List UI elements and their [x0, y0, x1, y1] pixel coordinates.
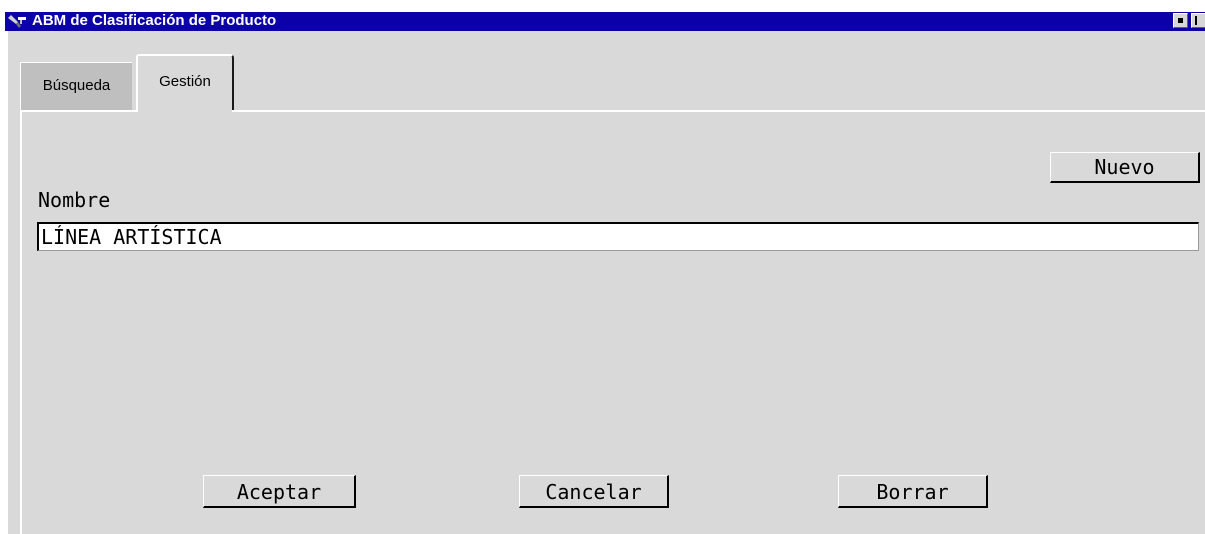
nombre-input[interactable] [37, 222, 1199, 251]
title-bar[interactable]: ABM de Clasificación de Producto [5, 12, 1205, 31]
close-icon[interactable] [1191, 13, 1205, 28]
aceptar-button[interactable]: Aceptar [203, 475, 356, 508]
tab-busqueda[interactable]: Búsqueda [20, 62, 132, 110]
tools-icon[interactable] [7, 14, 27, 29]
active-tab-join [138, 108, 232, 113]
panel-border-left [20, 110, 22, 534]
nuevo-button[interactable]: Nuevo [1050, 152, 1200, 183]
cancelar-button[interactable]: Cancelar [519, 475, 669, 508]
application-window: ABM de Clasificación de Producto Búsqued… [0, 0, 1205, 534]
tab-gestion[interactable]: Gestión [136, 54, 234, 112]
nombre-label: Nombre [38, 188, 111, 212]
borrar-button[interactable]: Borrar [838, 475, 988, 508]
window-title: ABM de Clasificación de Producto [32, 12, 277, 29]
maximize-icon[interactable] [1173, 13, 1188, 28]
